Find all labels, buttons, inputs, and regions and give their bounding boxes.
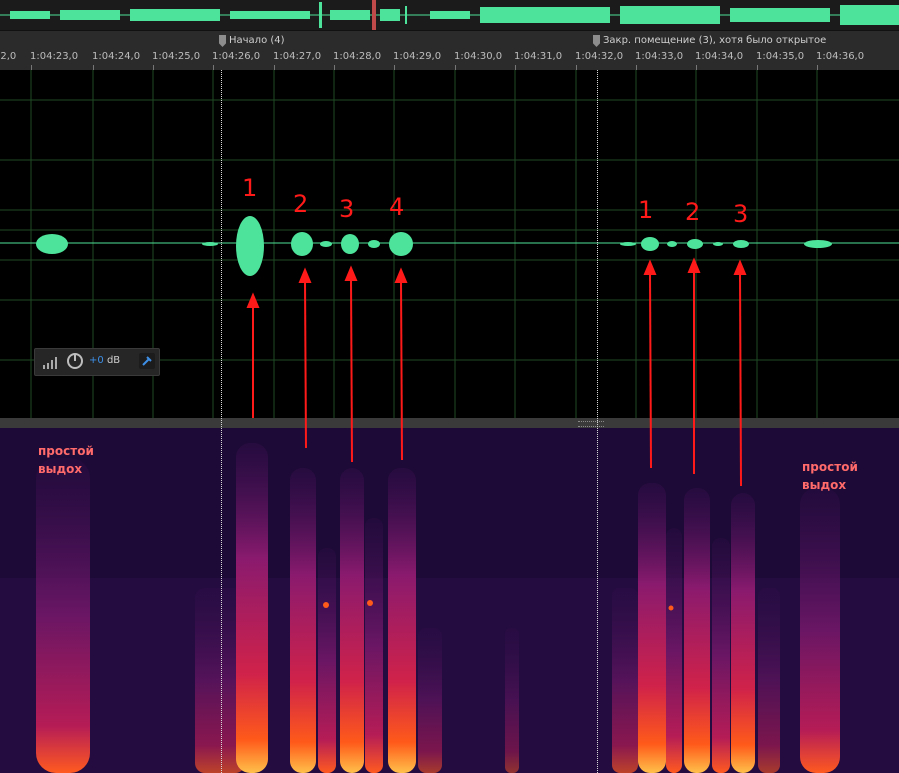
tick-label: 1:04:35,0: [756, 51, 805, 62]
cursor-line-marker: [597, 70, 599, 773]
annotation-number: 1: [638, 196, 654, 224]
tick-label: 1:04:31,0: [514, 51, 563, 62]
annotation-number: 4: [389, 193, 405, 221]
annotation-number: 2: [685, 198, 701, 226]
splitter-grip[interactable]: [578, 421, 604, 427]
gain-knob-icon[interactable]: [67, 353, 83, 369]
tick-label: 1:04:23,0: [30, 51, 79, 62]
tick-label: 1:04:30,0: [454, 51, 503, 62]
annotation-simple-exhale-left: простой выдох: [38, 444, 94, 476]
tick-label: 1:04:28,0: [333, 51, 382, 62]
tick-label: 1:04:26,0: [212, 51, 261, 62]
waveform-overview[interactable]: [0, 0, 899, 30]
annotation-simple-exhale-right: простой выдох: [802, 460, 858, 492]
marker-closed-room[interactable]: Закр. помещение (3), хотя было открытое: [593, 33, 826, 49]
panel-splitter[interactable]: [0, 418, 899, 428]
annotation-number: 2: [293, 190, 309, 218]
pin-icon[interactable]: [139, 353, 155, 369]
gain-hud[interactable]: +0 dB: [34, 348, 160, 376]
annotation-number: 3: [733, 200, 749, 228]
tick-label: 1:04:29,0: [393, 51, 442, 62]
marker-flag-icon: [593, 35, 600, 47]
tick-label: 1:04:25,0: [152, 51, 201, 62]
spectrogram-panel[interactable]: [0, 428, 899, 773]
tick-label: 1:04:27,0: [273, 51, 322, 62]
tick-label: 1:04:34,0: [695, 51, 744, 62]
annotation-number: 1: [242, 174, 258, 202]
overview-viewport[interactable]: [372, 0, 376, 30]
tick-label: 1:04:24,0: [92, 51, 141, 62]
tick-label: 1:04:32,0: [575, 51, 624, 62]
signal-bars-icon: [43, 357, 57, 369]
spectrogram-canvas: [0, 428, 899, 773]
gain-readout: +0 dB: [89, 355, 121, 366]
cursor-line-start: [221, 70, 223, 773]
annotation-number: 3: [339, 195, 355, 223]
tick-label: 1:04:36,0: [816, 51, 865, 62]
overview-waveform: [0, 0, 899, 30]
marker-flag-icon: [219, 35, 226, 47]
tick-label: 22,0: [0, 51, 17, 62]
marker-start[interactable]: Начало (4): [219, 33, 285, 49]
time-ruler[interactable]: Начало (4) Закр. помещение (3), хотя был…: [0, 30, 899, 99]
tick-label: 1:04:33,0: [635, 51, 684, 62]
